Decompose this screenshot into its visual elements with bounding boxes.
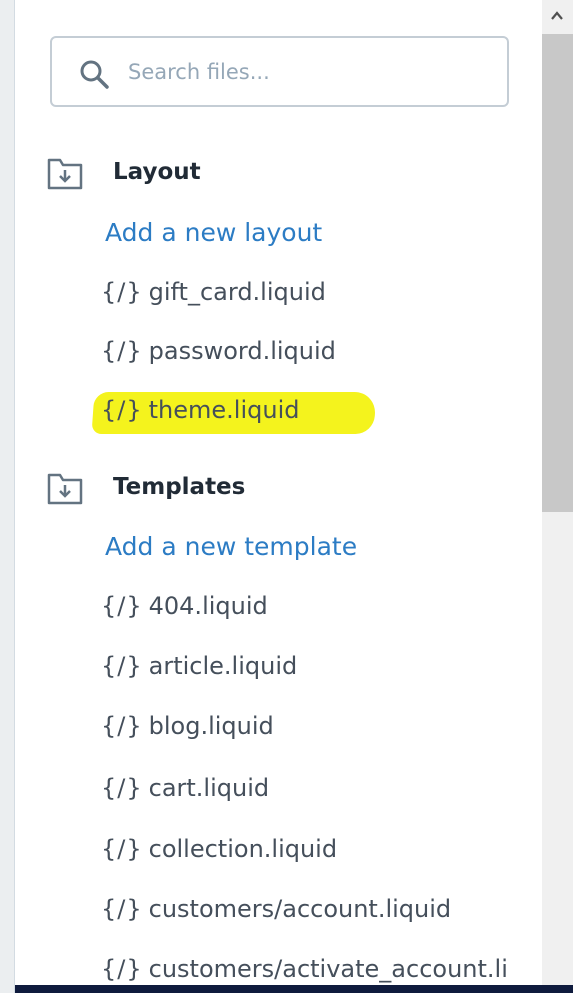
file-item[interactable]: {/} cart.liquid [101, 774, 269, 814]
file-item[interactable]: {/} gift_card.liquid [101, 278, 326, 318]
liquid-file-icon: {/} [101, 652, 143, 680]
file-name: customers/account.liquid [148, 895, 452, 923]
bottom-bar [15, 985, 573, 993]
file-tree-panel: Layout Add a new layout {/}gift_card.liq… [15, 0, 542, 985]
add-template-link[interactable]: Add a new template [105, 532, 357, 561]
section-title-templates: Templates [113, 474, 246, 500]
liquid-file-icon: {/} [101, 895, 143, 923]
file-item[interactable]: {/} customers/activate_account.li [101, 955, 508, 985]
file-name: blog.liquid [148, 712, 274, 740]
folder-download-icon [47, 158, 83, 190]
file-name: 404.liquid [148, 592, 268, 620]
liquid-file-icon: {/} [101, 278, 143, 306]
folder-download-icon [47, 473, 83, 505]
file-name: cart.liquid [148, 774, 270, 802]
section-header-templates[interactable]: Templates [47, 472, 507, 512]
liquid-file-icon: {/} [101, 835, 143, 863]
file-item[interactable]: {/} blog.liquid [101, 712, 274, 752]
section-title-layout: Layout [113, 159, 201, 185]
file-item[interactable]: {/} password.liquid [101, 337, 336, 377]
liquid-file-icon: {/} [101, 337, 143, 365]
file-name: article.liquid [148, 652, 298, 680]
file-name: customers/activate_account.li [148, 955, 508, 983]
file-item[interactable]: {/} collection.liquid [101, 835, 337, 875]
scrollbar-thumb[interactable] [542, 34, 573, 512]
search-box[interactable] [50, 36, 509, 107]
section-header-layout[interactable]: Layout [47, 157, 507, 197]
file-name: collection.liquid [148, 835, 338, 863]
file-item-highlighted[interactable]: {/} theme.liquid [91, 392, 377, 436]
liquid-file-icon: {/} [101, 712, 143, 740]
liquid-file-icon: {/} [101, 592, 143, 620]
file-item[interactable]: {/} article.liquid [101, 652, 297, 692]
liquid-file-icon: {/} [101, 955, 143, 983]
left-border [0, 0, 15, 993]
file-name: password.liquid [148, 337, 336, 365]
add-layout-link[interactable]: Add a new layout [105, 218, 322, 247]
search-icon [80, 60, 109, 89]
search-input[interactable] [128, 52, 488, 92]
liquid-file-icon: {/} [101, 396, 143, 424]
chevron-up-icon[interactable] [549, 8, 565, 24]
file-name: theme.liquid [148, 396, 300, 424]
file-item[interactable]: {/} 404.liquid [101, 592, 268, 632]
file-item[interactable]: {/} customers/account.liquid [101, 895, 451, 935]
liquid-file-icon: {/} [101, 774, 143, 802]
file-name: gift_card.liquid [148, 278, 326, 306]
